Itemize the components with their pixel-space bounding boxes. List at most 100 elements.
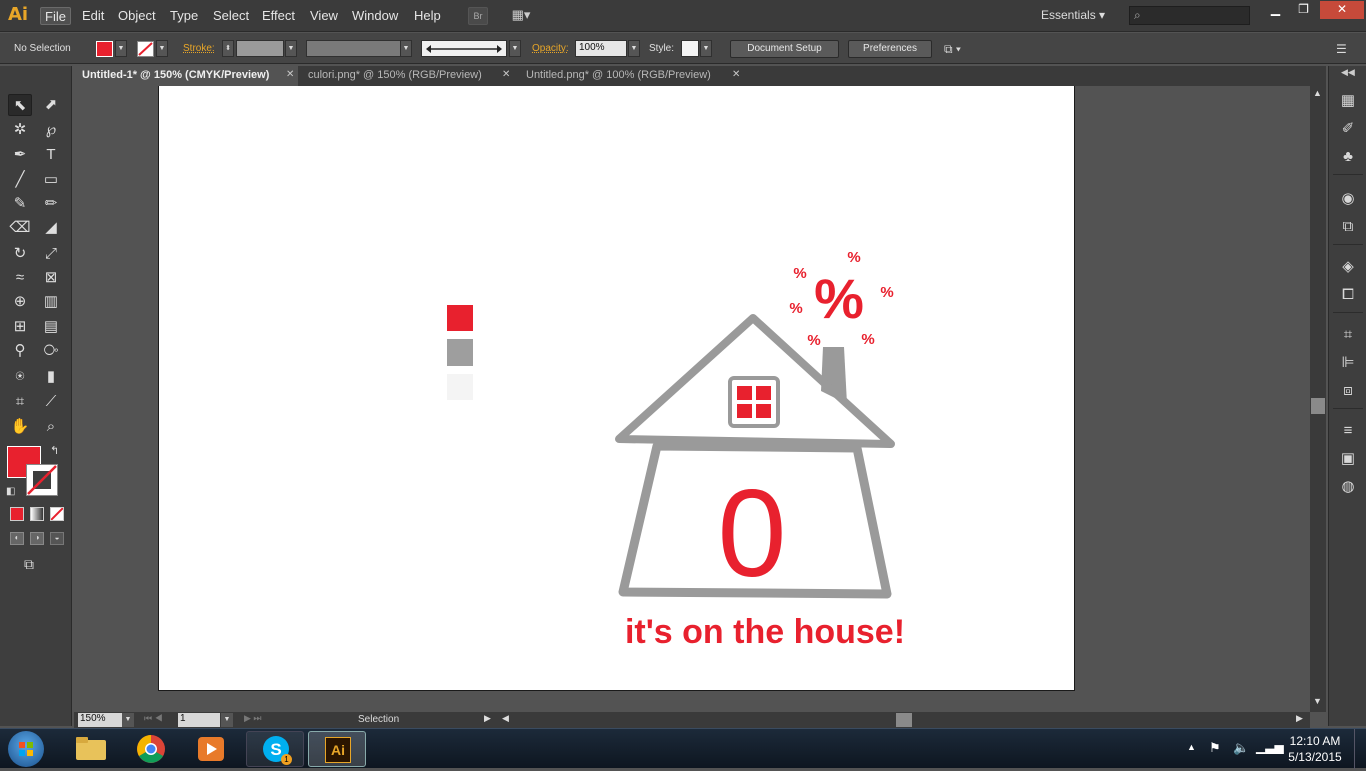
artboards-panel-icon[interactable]: ⧠: [1337, 284, 1359, 306]
artboard[interactable]: % % % % % % % 0 it's on the house!: [158, 86, 1075, 691]
gradient-mode-icon[interactable]: [30, 507, 44, 521]
scroll-down-icon[interactable]: ▼: [1313, 696, 1322, 706]
fill-dropdown[interactable]: ▼: [115, 40, 127, 57]
stroke-weight-dropdown[interactable]: ▼: [285, 40, 297, 57]
menu-effect[interactable]: Effect: [258, 7, 299, 25]
skype-taskbar-button[interactable]: S 1: [246, 731, 304, 767]
symbol-sprayer-tool-icon[interactable]: ⍟: [8, 366, 32, 388]
show-hidden-icons[interactable]: ▲: [1187, 742, 1196, 752]
horizontal-scroll-thumb[interactable]: [896, 713, 912, 727]
show-desktop-button[interactable]: [1354, 729, 1366, 769]
scroll-left-icon[interactable]: ◀: [502, 713, 509, 724]
menu-select[interactable]: Select: [209, 7, 253, 25]
menu-view[interactable]: View: [306, 7, 342, 25]
stroke-weight-field[interactable]: [236, 40, 284, 57]
style-dropdown[interactable]: ▼: [700, 40, 712, 57]
column-graph-tool-icon[interactable]: ▮: [39, 366, 63, 388]
bridge-button[interactable]: Br: [468, 7, 488, 25]
tab-close-icon[interactable]: ✕: [286, 69, 294, 80]
opacity-label[interactable]: Opacity:: [532, 43, 569, 54]
clock-date[interactable]: 5/13/2015: [1286, 750, 1344, 764]
brushes-panel-icon[interactable]: ✐: [1337, 118, 1359, 140]
zoom-tool-icon[interactable]: ⌕: [39, 416, 63, 438]
tab-untitled-png[interactable]: Untitled.png* @ 100% (RGB/Preview): [518, 66, 744, 86]
artboard-tool-icon[interactable]: ⌗: [8, 391, 32, 413]
pencil-tool-icon[interactable]: ✏: [39, 193, 63, 215]
mesh-tool-icon[interactable]: ⊞: [8, 316, 32, 338]
document-setup-button[interactable]: Document Setup: [730, 40, 839, 58]
zero-text[interactable]: 0: [718, 465, 787, 603]
screen-mode-icon[interactable]: ⧉: [24, 556, 34, 573]
eyedropper-tool-icon[interactable]: ⚲: [8, 340, 32, 362]
swap-colors-icon[interactable]: ↰: [50, 444, 59, 457]
stroke-dropdown[interactable]: ▼: [156, 40, 168, 57]
tagline-text[interactable]: it's on the house!: [625, 613, 905, 651]
gradient-panel-icon[interactable]: ▣: [1337, 448, 1359, 470]
menu-type[interactable]: Type: [166, 7, 202, 25]
variable-width-field[interactable]: [306, 40, 402, 57]
magic-wand-tool-icon[interactable]: ✲: [8, 119, 32, 141]
transparency-panel-icon[interactable]: ◍: [1337, 476, 1359, 498]
appearance-panel-icon[interactable]: ◉: [1337, 188, 1359, 210]
artboard-dropdown[interactable]: ▼: [221, 713, 233, 727]
warp-tool-icon[interactable]: ≈: [8, 267, 32, 289]
menu-object[interactable]: Object: [114, 7, 160, 25]
stroke-swatch[interactable]: [137, 41, 154, 57]
scale-tool-icon[interactable]: ⤢: [39, 243, 63, 265]
gray-swatch[interactable]: [447, 339, 473, 366]
volume-icon[interactable]: 🔈: [1233, 740, 1249, 756]
layers-panel-icon[interactable]: ◈: [1337, 256, 1359, 278]
perspective-grid-tool-icon[interactable]: ▥: [39, 291, 63, 313]
percent-big[interactable]: %: [814, 267, 864, 330]
preferences-button[interactable]: Preferences: [848, 40, 932, 58]
close-icon[interactable]: ✕: [1320, 1, 1364, 19]
type-tool-icon[interactable]: T: [39, 144, 63, 166]
gradient-tool-icon[interactable]: ▤: [39, 316, 63, 338]
draw-behind-icon[interactable]: ◑: [30, 532, 44, 545]
collapse-panels-icon[interactable]: ◀◀: [1341, 67, 1355, 78]
scroll-right-icon[interactable]: ▶: [1296, 713, 1303, 724]
eraser-tool-icon[interactable]: ◢: [39, 217, 63, 239]
line-tool-icon[interactable]: ╱: [8, 169, 32, 191]
none-mode-icon[interactable]: [50, 507, 64, 521]
brush-definition-field[interactable]: [421, 40, 507, 57]
draw-inside-icon[interactable]: ◒: [50, 532, 64, 545]
draw-normal-icon[interactable]: ◐: [10, 532, 24, 545]
swatches-panel-icon[interactable]: ▦: [1337, 90, 1359, 112]
paintbrush-tool-icon[interactable]: ✎: [8, 193, 32, 215]
menu-help[interactable]: Help: [410, 7, 445, 25]
first-artboard-icon[interactable]: ⏮ ◀: [144, 713, 163, 724]
percent-small[interactable]: %: [789, 300, 802, 317]
slice-tool-icon[interactable]: ⟋: [39, 391, 63, 413]
media-player-taskbar-button[interactable]: [182, 731, 240, 767]
arrange-icon[interactable]: ⧉ ▾: [944, 42, 961, 57]
tab-untitled-1[interactable]: Untitled-1* @ 150% (CMYK/Preview): [74, 66, 298, 86]
brush-dropdown[interactable]: ▼: [509, 40, 521, 57]
zoom-dropdown[interactable]: ▼: [122, 713, 134, 727]
panel-menu-icon[interactable]: ☰: [1336, 42, 1347, 56]
window-frame[interactable]: [728, 376, 780, 428]
opacity-dropdown[interactable]: ▼: [628, 40, 640, 57]
status-menu-icon[interactable]: ▶: [484, 713, 491, 724]
direct-selection-tool-icon[interactable]: ⬈: [39, 94, 63, 116]
percent-small[interactable]: %: [793, 265, 806, 282]
illustrator-taskbar-button[interactable]: Ai: [308, 731, 366, 767]
menu-edit[interactable]: Edit: [78, 7, 108, 25]
fill-swatch[interactable]: [96, 41, 113, 57]
menu-window[interactable]: Window: [348, 7, 402, 25]
percent-small[interactable]: %: [880, 284, 893, 301]
stroke-label[interactable]: Stroke:: [183, 43, 215, 54]
free-transform-tool-icon[interactable]: ⊠: [39, 267, 63, 289]
graphic-styles-panel-icon[interactable]: ⧉: [1337, 216, 1359, 238]
rotate-tool-icon[interactable]: ↻: [8, 243, 32, 265]
blob-brush-tool-icon[interactable]: ⌫: [8, 217, 32, 239]
artboard-number-field[interactable]: 1: [178, 713, 220, 727]
stroke-stepper[interactable]: ⬍: [222, 40, 234, 57]
symbols-panel-icon[interactable]: ♣: [1337, 146, 1359, 168]
clock-time[interactable]: 12:10 AM: [1286, 734, 1344, 748]
minimize-icon[interactable]: ▁: [1262, 1, 1289, 19]
shape-builder-tool-icon[interactable]: ⊕: [8, 291, 32, 313]
percent-small[interactable]: %: [807, 332, 820, 349]
restore-icon[interactable]: ❐: [1290, 1, 1317, 19]
tab-close-icon[interactable]: ✕: [732, 69, 740, 80]
